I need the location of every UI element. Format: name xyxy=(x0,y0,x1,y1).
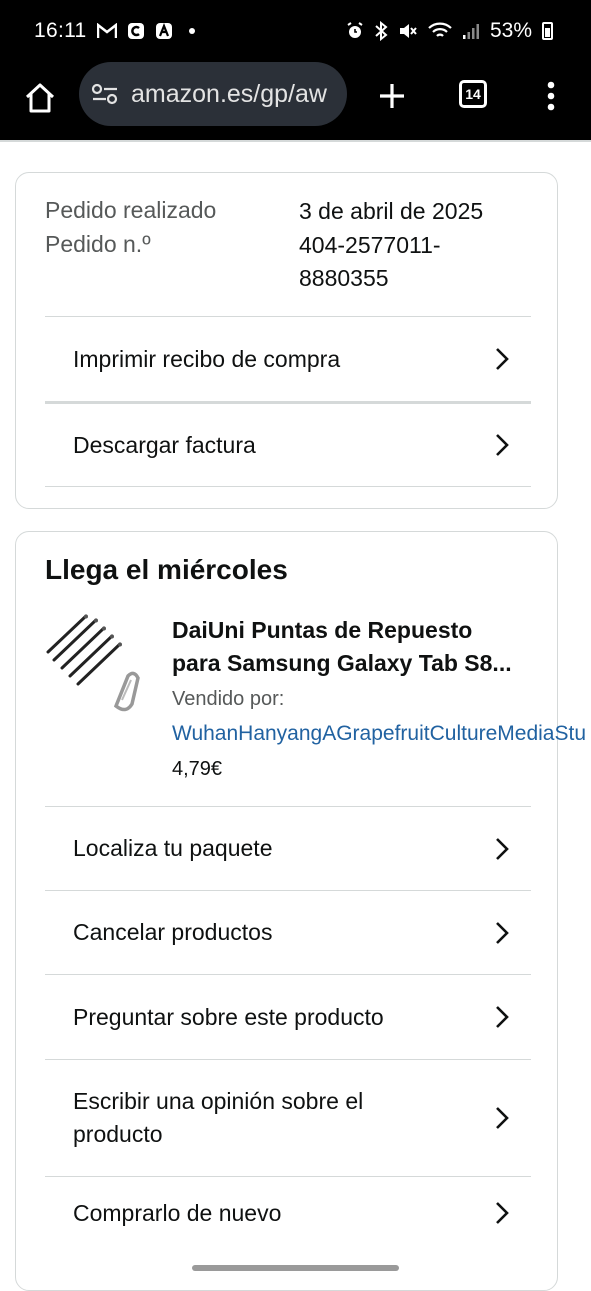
ask-question-row[interactable]: Preguntar sobre este producto xyxy=(45,974,531,1059)
write-review-row[interactable]: Escribir una opinión sobre el producto xyxy=(45,1059,531,1176)
chevron-right-icon xyxy=(495,433,509,457)
wifi-icon xyxy=(428,22,452,40)
order-number-label: Pedido n.º xyxy=(45,231,151,257)
product-title[interactable]: DaiUni Puntas de Repuesto para Samsung G… xyxy=(172,614,534,680)
c-app-icon xyxy=(127,22,145,40)
toolbar-divider xyxy=(0,140,591,142)
new-tab-icon[interactable] xyxy=(372,76,412,116)
bluetooth-icon xyxy=(374,21,388,41)
write-review-label: Escribir una opinión sobre el producto xyxy=(73,1088,364,1147)
cancel-products-label: Cancelar productos xyxy=(73,919,273,945)
download-invoice-label: Descargar factura xyxy=(73,431,256,458)
gmail-icon xyxy=(96,23,117,39)
tab-count: 14 xyxy=(459,80,487,108)
order-number-value: 404-2577011- 8880355 xyxy=(299,229,441,295)
delivery-heading: Llega el miércoles xyxy=(45,554,288,585)
buy-again-label: Comprarlo de nuevo xyxy=(73,1200,282,1226)
print-receipt-label: Imprimir recibo de compra xyxy=(73,345,341,372)
alarm-icon xyxy=(346,22,364,40)
shipment-card: Llega el miércoles DaiUni Puntas de Repu… xyxy=(15,531,586,1291)
sold-by-label: Vendido por: xyxy=(172,688,285,710)
chevron-right-icon xyxy=(495,347,509,371)
home-icon[interactable] xyxy=(20,78,60,118)
clock: 16:11 xyxy=(34,19,87,42)
seller-link[interactable]: WuhanHanyangAGrapefruitCultureMediaStu xyxy=(172,722,586,746)
browser-toolbar: amazon.es/gp/aw 14 xyxy=(0,62,591,140)
chevron-right-icon xyxy=(495,837,509,861)
order-number-line2: 8880355 xyxy=(299,265,389,291)
a-app-icon xyxy=(155,22,173,40)
battery-icon xyxy=(542,22,553,40)
product-price: 4,79€ xyxy=(172,758,223,780)
more-menu-icon[interactable] xyxy=(531,76,571,116)
buy-again-row[interactable]: Comprarlo de nuevo xyxy=(45,1176,531,1256)
order-number-line1: 404-2577011- xyxy=(299,232,441,258)
gesture-home-bar[interactable] xyxy=(192,1265,399,1271)
mute-icon xyxy=(398,22,418,40)
chevron-right-icon xyxy=(495,1005,509,1029)
order-details-card: Pedido realizado 3 de abril de 2025 Pedi… xyxy=(15,172,558,509)
chevron-right-icon xyxy=(495,1106,509,1130)
print-receipt-row[interactable]: Imprimir recibo de compra xyxy=(45,316,531,401)
ask-question-label: Preguntar sobre este producto xyxy=(73,1003,384,1030)
cancel-products-row[interactable]: Cancelar productos xyxy=(45,890,531,974)
notification-dot-icon xyxy=(188,28,195,34)
tab-switcher-button[interactable]: 14 xyxy=(455,76,491,112)
download-invoice-row[interactable]: Descargar factura xyxy=(45,401,531,487)
url-text: amazon.es/gp/aw xyxy=(131,79,327,108)
track-package-label: Localiza tu paquete xyxy=(73,835,273,861)
product-title-line1: DaiUni Puntas de Repuesto xyxy=(172,617,473,643)
address-bar[interactable]: amazon.es/gp/aw xyxy=(79,62,347,126)
chevron-right-icon xyxy=(495,1197,509,1225)
product-image[interactable] xyxy=(44,614,144,718)
status-bar: 16:11 53% xyxy=(0,0,591,62)
track-package-row[interactable]: Localiza tu paquete xyxy=(45,806,531,890)
chevron-right-icon xyxy=(495,921,509,945)
site-settings-icon[interactable] xyxy=(91,82,119,106)
signal-icon xyxy=(462,22,480,40)
product-title-line2: para Samsung Galaxy Tab S8... xyxy=(172,650,512,676)
order-placed-label: Pedido realizado xyxy=(45,197,217,223)
order-placed-value: 3 de abril de 2025 xyxy=(299,198,484,224)
battery-percent: 53% xyxy=(489,19,532,42)
